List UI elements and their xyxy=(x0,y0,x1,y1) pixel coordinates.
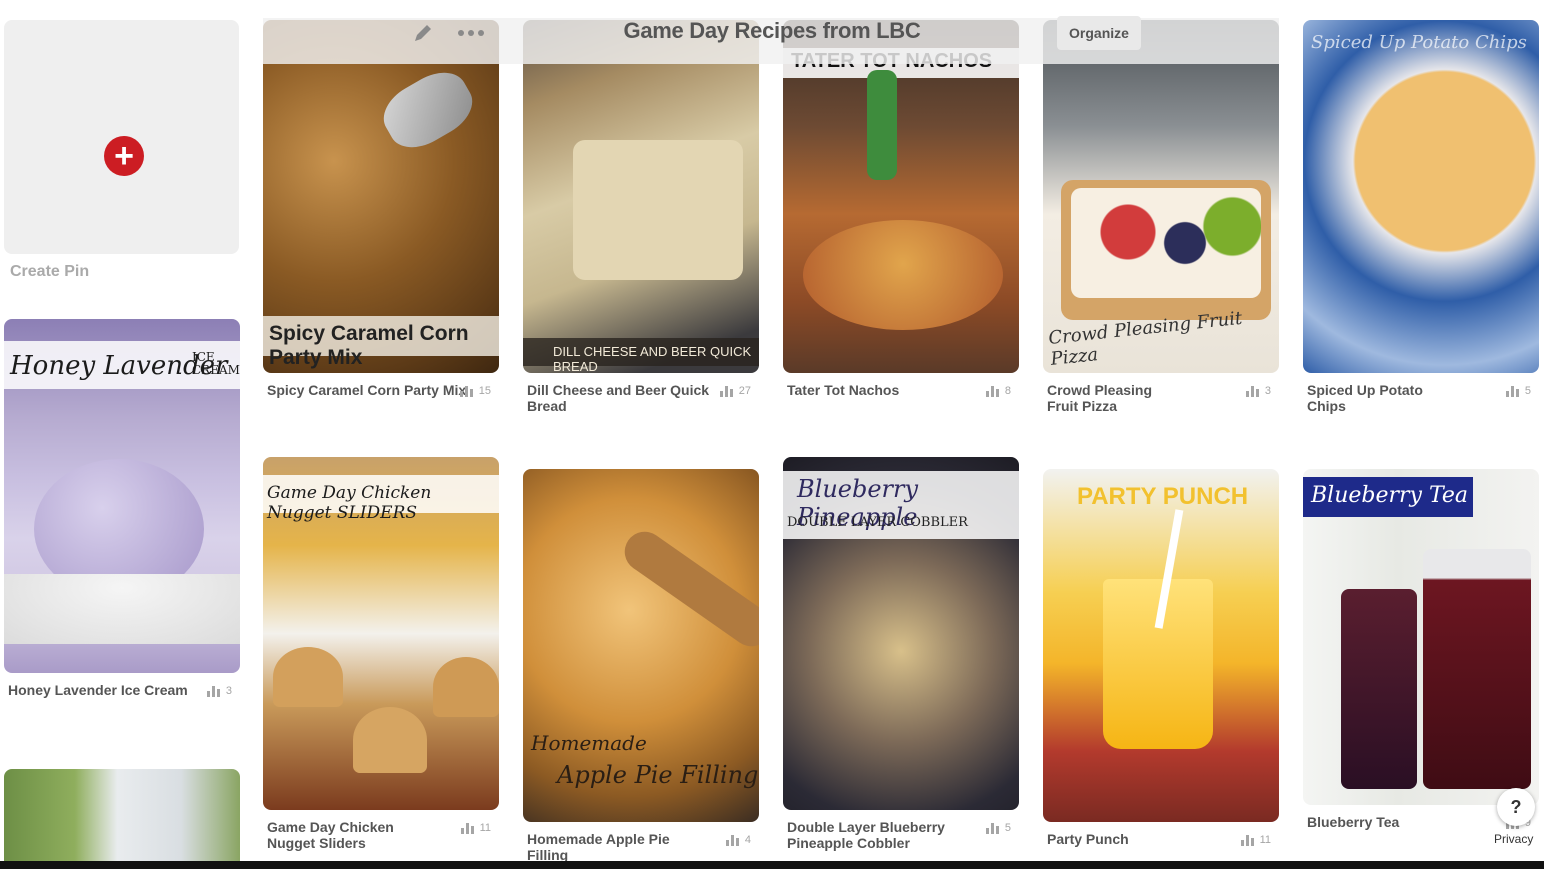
pin-overlay-banner: Honey Lavender ICE CREAM xyxy=(4,341,240,389)
pin-save-count: 15 xyxy=(478,385,491,397)
slider-bun xyxy=(353,707,427,773)
nacho-bowl xyxy=(803,220,1003,330)
stats-icon xyxy=(1240,834,1254,846)
tea-glass xyxy=(1341,589,1417,789)
pin-save-count: 3 xyxy=(225,685,232,697)
pin-stat: 27 xyxy=(719,385,751,397)
pin-image-honey-lavender[interactable]: Honey Lavender ICE CREAM xyxy=(4,319,240,673)
pin-image-caramel-corn[interactable]: Spicy Caramel Corn Party Mix xyxy=(263,20,499,373)
pin-stat: 3 xyxy=(1245,385,1271,397)
pin-image-partial[interactable] xyxy=(4,769,240,869)
overlay-text: Homemade xyxy=(531,731,647,755)
bottom-bar xyxy=(0,861,1544,869)
stats-icon xyxy=(206,685,220,697)
pin-save-count: 11 xyxy=(1259,834,1271,846)
stats-icon xyxy=(985,822,999,834)
pin-stat: 8 xyxy=(985,385,1011,397)
slider-bun xyxy=(433,657,499,717)
pin-image-dill-bread[interactable]: DILL CHEESE AND BEER QUICK BREAD xyxy=(523,20,759,373)
pin-title[interactable]: Honey Lavender Ice Cream xyxy=(8,682,188,698)
pin-save-count: 27 xyxy=(738,385,751,397)
pin-title[interactable]: Tater Tot Nachos xyxy=(787,382,967,398)
pin-stat: 5 xyxy=(985,822,1011,834)
stats-icon xyxy=(459,385,473,397)
pin-overlay-banner: Blueberry Tea xyxy=(1303,477,1473,517)
stats-icon xyxy=(985,385,999,397)
pin-save-count: 5 xyxy=(1004,822,1011,834)
pin-image-party-punch[interactable]: PARTY PUNCH xyxy=(1043,469,1279,822)
privacy-link[interactable]: Privacy xyxy=(1494,832,1533,846)
scoop xyxy=(374,61,482,159)
overlay-text: Game Day Chicken Nugget SLIDERS xyxy=(267,483,432,523)
overlay-text-secondary: ICE CREAM xyxy=(192,350,240,377)
pin-title[interactable]: Party Punch xyxy=(1047,831,1227,847)
wooden-spoon xyxy=(616,523,759,655)
pin-stat: 11 xyxy=(1240,834,1271,846)
pin-stat: 11 xyxy=(460,822,491,834)
bowl xyxy=(4,574,240,644)
organize-button[interactable]: Organize xyxy=(1057,16,1141,50)
pin-title[interactable]: Dill Cheese and Beer Quick Bread xyxy=(527,382,713,414)
pin-save-count: 3 xyxy=(1264,385,1271,397)
overlay-text: Blueberry Tea xyxy=(1311,483,1469,508)
stats-icon xyxy=(719,385,733,397)
pin-overlay-banner: DILL CHEESE AND BEER QUICK BREAD xyxy=(523,338,759,373)
pin-overlay-banner: Homemade Apple Pie Filling xyxy=(523,727,759,797)
pencil-icon[interactable] xyxy=(412,22,434,44)
more-options-icon[interactable] xyxy=(458,30,484,36)
pin-save-count: 4 xyxy=(744,834,751,846)
pin-overlay-banner: Crowd Pleasing Fruit Pizza xyxy=(1043,306,1279,370)
pin-image-blueberry-tea[interactable]: Blueberry Tea xyxy=(1303,469,1539,805)
board-title: Game Day Recipes from LBC xyxy=(623,18,921,43)
bread-slice xyxy=(573,140,743,280)
pin-title[interactable]: Game Day Chicken Nugget Sliders xyxy=(267,819,397,851)
fruit-topping xyxy=(1071,188,1261,298)
pin-overlay-banner: Spicy Caramel Corn Party Mix xyxy=(263,316,499,369)
pin-overlay-banner: Game Day Chicken Nugget SLIDERS xyxy=(263,475,499,523)
slider-bun xyxy=(273,647,343,707)
pin-title[interactable]: Spicy Caramel Corn Party Mix xyxy=(267,382,467,398)
overlay-text-secondary: Apple Pie Filling xyxy=(557,761,759,789)
pin-save-count: 11 xyxy=(479,822,491,834)
add-icon[interactable]: + xyxy=(104,136,144,176)
pin-save-count: 5 xyxy=(1524,385,1531,397)
pin-stat: 15 xyxy=(459,385,491,397)
pin-title[interactable]: Spiced Up Potato Chips xyxy=(1307,382,1437,414)
pin-stat: 4 xyxy=(725,834,751,846)
overlay-text: Spicy Caramel Corn Party Mix xyxy=(269,322,469,369)
overlay-text-secondary: DOUBLE LAYER COBBLER xyxy=(787,515,968,530)
create-pin-label[interactable]: Create Pin xyxy=(10,263,89,281)
pin-image-fruit-pizza[interactable]: Crowd Pleasing Fruit Pizza xyxy=(1043,20,1279,373)
create-pin-card[interactable]: + xyxy=(4,20,239,254)
tea-jar xyxy=(1423,549,1531,789)
pin-image-tater-tot-nachos[interactable]: TATER TOT NACHOS xyxy=(783,20,1019,373)
stats-icon xyxy=(460,822,474,834)
pin-stat: 5 xyxy=(1505,385,1531,397)
pin-image-blueberry-cobbler[interactable]: Blueberry Pineapple DOUBLE LAYER COBBLER xyxy=(783,457,1019,810)
pin-image-potato-chips[interactable]: Spiced Up Potato Chips xyxy=(1303,20,1539,373)
pin-stat: 3 xyxy=(206,685,232,697)
pin-title[interactable]: Homemade Apple Pie Filling xyxy=(527,831,677,863)
board-page: + Create Pin Honey Lavender ICE CREAM Ho… xyxy=(0,0,1544,869)
overlay-text: PARTY PUNCH xyxy=(1077,483,1249,510)
pin-title[interactable]: Crowd Pleasing Fruit Pizza xyxy=(1047,382,1167,414)
stats-icon xyxy=(1505,385,1519,397)
bottle xyxy=(867,70,897,180)
pin-overlay-banner: Blueberry Pineapple DOUBLE LAYER COBBLER xyxy=(783,471,1019,539)
pin-image-apple-pie-filling[interactable]: Homemade Apple Pie Filling xyxy=(523,469,759,822)
overlay-text: Crowd Pleasing Fruit Pizza xyxy=(1047,307,1244,370)
overlay-text: DILL CHEESE AND BEER QUICK BREAD xyxy=(553,344,752,373)
help-button[interactable]: ? xyxy=(1497,788,1535,826)
pin-save-count: 8 xyxy=(1004,385,1011,397)
stats-icon xyxy=(725,834,739,846)
pin-image-chicken-sliders[interactable]: Game Day Chicken Nugget SLIDERS xyxy=(263,457,499,810)
pin-title[interactable]: Double Layer Blueberry Pineapple Cobbler xyxy=(787,819,977,851)
stats-icon xyxy=(1245,385,1259,397)
pin-title[interactable]: Blueberry Tea xyxy=(1307,814,1487,830)
pin-overlay-banner: PARTY PUNCH xyxy=(1043,475,1279,515)
